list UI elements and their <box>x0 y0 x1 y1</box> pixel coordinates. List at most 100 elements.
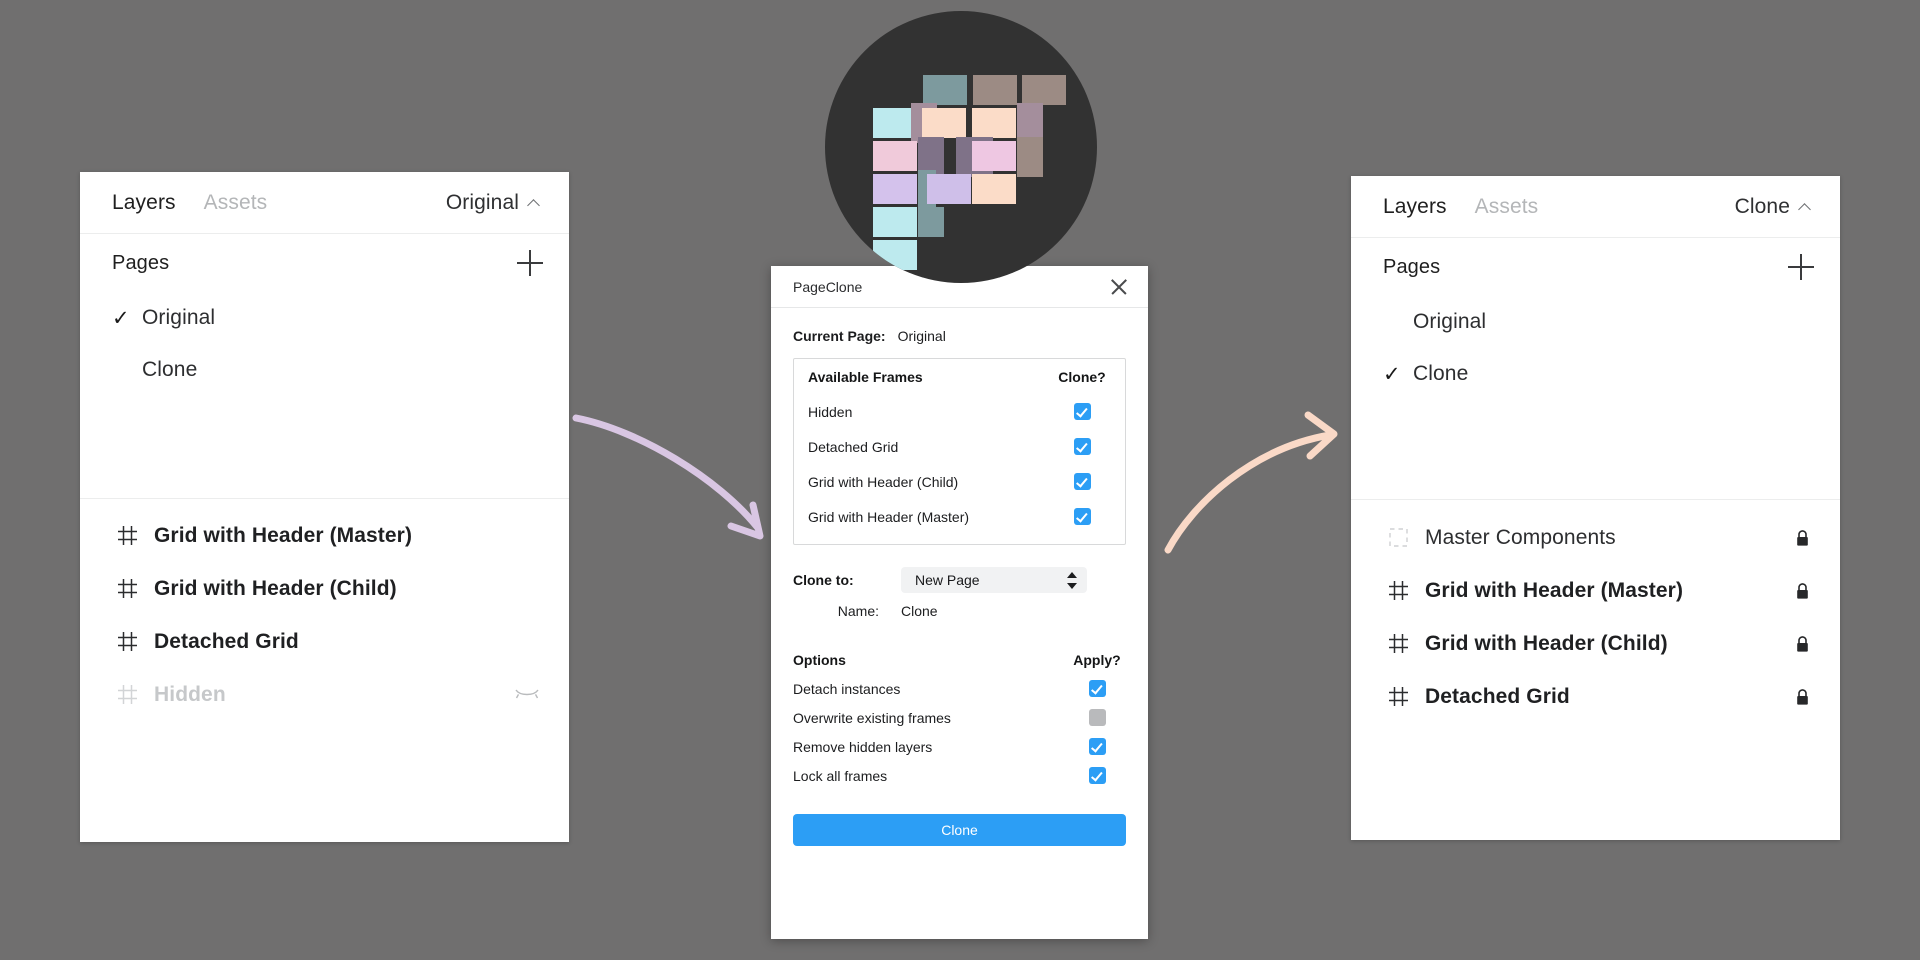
option-checkbox-cell[interactable] <box>1068 680 1126 697</box>
lock-icon[interactable] <box>1780 688 1810 706</box>
name-label: Name: <box>837 603 879 619</box>
layer-row[interactable]: Grid with Header (Master) <box>1351 564 1840 617</box>
checkbox-checked-icon[interactable] <box>1073 438 1091 455</box>
tab-assets[interactable]: Assets <box>204 191 268 215</box>
logo-block <box>873 240 917 270</box>
page-selector-label: Clone <box>1734 194 1790 218</box>
layer-row-hidden[interactable]: Hidden <box>80 668 569 721</box>
right-panel-tabbar: Layers Assets Clone <box>1351 176 1840 238</box>
frame-clone-checkbox-cell[interactable] <box>1053 438 1111 455</box>
logo-block <box>873 141 917 171</box>
clone-submit-button[interactable]: Clone <box>793 814 1126 846</box>
option-name: Overwrite existing frames <box>793 709 951 726</box>
page-item-label: Original <box>142 306 216 329</box>
layer-row[interactable]: Grid with Header (Child) <box>1351 617 1840 670</box>
dialog-body: Current Page: Original Available Frames C… <box>771 308 1148 790</box>
frame-clone-checkbox-cell[interactable] <box>1053 473 1111 490</box>
checkbox-checked-icon[interactable] <box>1088 767 1106 784</box>
pages-section-header: Pages <box>80 234 569 292</box>
pages-title: Pages <box>1383 255 1441 278</box>
checkbox-checked-icon[interactable] <box>1088 680 1106 697</box>
logo-block <box>972 174 1016 204</box>
frames-table-header: Available Frames Clone? <box>794 359 1125 394</box>
layer-row[interactable]: Detached Grid <box>1351 670 1840 723</box>
layer-row-master-components[interactable]: Master Components <box>1351 511 1840 564</box>
frames-col-name: Available Frames <box>808 368 923 385</box>
lock-icon[interactable] <box>1780 635 1810 653</box>
page-item-clone[interactable]: ✓ Clone <box>1351 348 1840 400</box>
name-value[interactable]: Clone <box>901 603 938 619</box>
available-frames-table: Available Frames Clone? Hidden Detached … <box>793 358 1126 545</box>
frame-icon <box>114 684 140 705</box>
option-name: Detach instances <box>793 680 901 697</box>
plus-icon[interactable] <box>517 250 543 276</box>
eye-closed-icon[interactable] <box>509 688 539 701</box>
plus-icon[interactable] <box>1788 254 1814 280</box>
option-checkbox-cell[interactable] <box>1068 709 1126 726</box>
frame-clone-checkbox-cell[interactable] <box>1053 508 1111 525</box>
page-selector-label: Original <box>445 190 519 214</box>
page-item-label: Clone <box>142 358 198 381</box>
frame-name: Hidden <box>808 403 853 420</box>
panel-divider <box>1351 499 1840 500</box>
tab-layers[interactable]: Layers <box>1383 195 1447 219</box>
frame-icon <box>1385 633 1411 654</box>
option-row[interactable]: Remove hidden layers <box>793 732 1126 761</box>
frame-row[interactable]: Hidden <box>794 394 1125 429</box>
page-check-mark: ✓ <box>1383 362 1401 386</box>
option-checkbox-cell[interactable] <box>1068 767 1126 784</box>
lock-icon[interactable] <box>1780 582 1810 600</box>
arrow-left-to-dialog <box>572 414 764 540</box>
page-check-mark: ✓ <box>112 306 130 330</box>
option-name: Remove hidden layers <box>793 738 933 755</box>
layer-row[interactable]: Grid with Header (Child) <box>80 562 569 615</box>
layer-row[interactable]: Detached Grid <box>80 615 569 668</box>
page-item-clone[interactable]: Clone <box>80 344 569 396</box>
current-page-label: Current Page: <box>793 328 886 344</box>
arrow-dialog-to-right <box>1164 411 1338 554</box>
option-row[interactable]: Detach instances <box>793 674 1126 703</box>
pages-title: Pages <box>112 251 170 274</box>
layer-name: Master Components <box>1425 525 1616 549</box>
options-col-name: Options <box>793 651 846 668</box>
checkbox-checked-icon[interactable] <box>1073 473 1091 490</box>
frame-clone-checkbox-cell[interactable] <box>1053 403 1111 420</box>
option-checkbox-cell[interactable] <box>1068 738 1126 755</box>
lock-icon[interactable] <box>1780 529 1810 547</box>
logo-block <box>972 108 1016 138</box>
option-row[interactable]: Overwrite existing frames <box>793 703 1126 732</box>
clone-to-label: Clone to: <box>793 572 854 588</box>
logo-block <box>927 174 971 204</box>
chevron-up-icon <box>528 196 541 209</box>
page-selector[interactable]: Clone <box>1735 195 1812 219</box>
page-item-original[interactable]: ✓ Original <box>80 292 569 344</box>
frame-icon <box>1385 686 1411 707</box>
frame-icon <box>114 525 140 546</box>
frame-name: Grid with Header (Child) <box>808 473 959 490</box>
checkbox-checked-icon[interactable] <box>1073 508 1091 525</box>
clone-to-selected-value: New Page <box>915 572 980 588</box>
left-panel-tabbar: Layers Assets Original <box>80 172 569 234</box>
frame-name: Grid with Header (Master) <box>808 508 970 525</box>
tab-layers[interactable]: Layers <box>112 191 176 215</box>
frame-row[interactable]: Grid with Header (Child) <box>794 464 1125 499</box>
name-row: Name: Clone <box>793 603 1126 619</box>
frame-row[interactable]: Grid with Header (Master) <box>794 499 1125 534</box>
layer-name: Detached Grid <box>154 629 299 653</box>
frame-row[interactable]: Detached Grid <box>794 429 1125 464</box>
frame-icon <box>114 578 140 599</box>
checkbox-unchecked-icon[interactable] <box>1088 709 1106 726</box>
layer-row[interactable]: Grid with Header (Master) <box>80 509 569 562</box>
checkbox-checked-icon[interactable] <box>1088 738 1106 755</box>
page-selector[interactable]: Original <box>446 191 541 215</box>
clone-to-select[interactable]: New Page <box>901 567 1087 593</box>
layer-name: Grid with Header (Child) <box>154 576 397 600</box>
close-icon[interactable] <box>1110 278 1128 296</box>
current-page-value: Original <box>897 328 946 344</box>
checkbox-checked-icon[interactable] <box>1073 403 1091 420</box>
option-row[interactable]: Lock all frames <box>793 761 1126 790</box>
dialog-footer: Clone <box>771 790 1148 868</box>
tab-assets[interactable]: Assets <box>1475 195 1539 219</box>
option-name: Lock all frames <box>793 767 888 784</box>
page-item-original[interactable]: Original <box>1351 296 1840 348</box>
